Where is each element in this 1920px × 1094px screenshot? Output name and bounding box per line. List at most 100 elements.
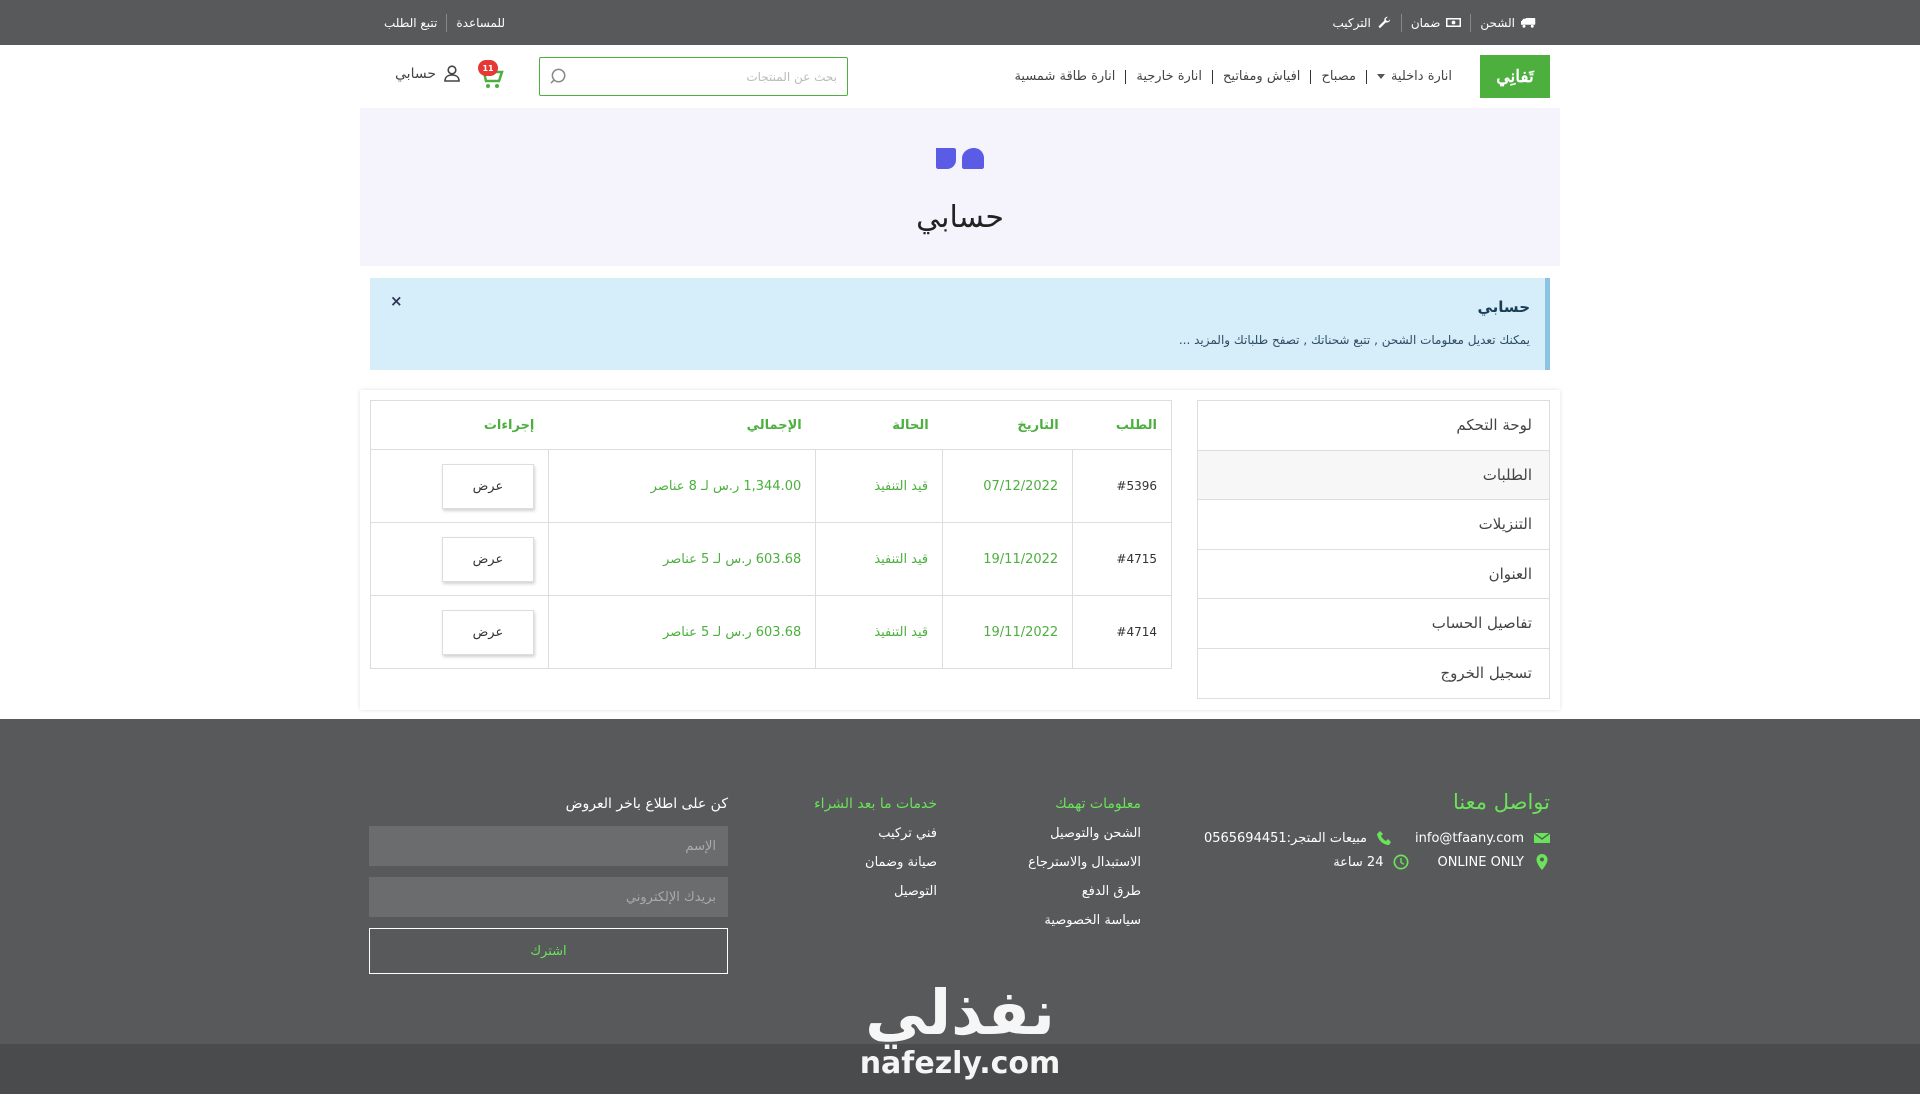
footer-services-title: خدمات ما بعد الشراء: [814, 796, 937, 812]
footer-link-returns[interactable]: الاستبدال والاسترجاع: [941, 855, 1141, 870]
sidebar-item-account-details[interactable]: تفاصيل الحساب: [1198, 599, 1549, 649]
clock-icon: [1393, 854, 1409, 870]
table-row: #4714 19/11/2022 قيد التنفيذ 603.68 ر.س …: [370, 595, 1172, 669]
newsletter-name-input[interactable]: [369, 826, 728, 866]
sidebar-item-orders[interactable]: الطلبات: [1198, 450, 1549, 500]
newsletter-email-input[interactable]: [369, 877, 728, 917]
order-total: 1,344.00 ر.س لـ 8 عناصر: [547, 449, 817, 523]
nav-item-sockets-switches[interactable]: افياش ومفاتيح: [1212, 68, 1310, 84]
quote-icon: [936, 148, 984, 169]
account-sidebar: لوحة التحكم الطلبات التنزيلات العنوان تف…: [1197, 400, 1550, 699]
caret-down-icon: [1376, 74, 1385, 79]
page-hero: حسابي: [360, 108, 1560, 266]
top-bar: الشحن ضمان التركيب للمساعدة تتبع الطلب: [0, 0, 1920, 45]
footer-link-delivery[interactable]: التوصيل: [737, 884, 937, 899]
nav-label: انارة خارجية: [1136, 68, 1202, 84]
contact-row-1: info@tfaany.com مبيعات المتجر:0565694451: [1190, 830, 1550, 846]
contact-phone[interactable]: مبيعات المتجر:0565694451: [1204, 830, 1393, 846]
nav-item-indoor-lighting[interactable]: انارة داخلية: [1365, 68, 1462, 84]
sidebar-item-label: تفاصيل الحساب: [1431, 614, 1532, 633]
sidebar-item-logout[interactable]: تسجيل الخروج: [1198, 649, 1549, 699]
money-icon: [1446, 18, 1462, 27]
view-order-button[interactable]: عرض: [441, 536, 534, 582]
order-total: 603.68 ر.س لـ 5 عناصر: [547, 595, 817, 669]
phone-icon: [1377, 831, 1392, 845]
cart-button[interactable]: 11: [476, 60, 510, 92]
order-number[interactable]: #4715: [1072, 522, 1172, 596]
truck-icon: [1521, 18, 1536, 28]
wrench-icon: [1378, 16, 1390, 28]
contact-hours: 24 ساعة: [1333, 854, 1409, 870]
envelope-icon: [1534, 832, 1550, 843]
topbar-warranty[interactable]: ضمان: [1400, 13, 1471, 32]
footer-link-shipping[interactable]: الشحن والتوصيل: [941, 826, 1141, 841]
alert-title: حسابي: [1477, 298, 1530, 316]
topbar-help-link[interactable]: للمساعدة: [446, 13, 514, 32]
site-header: تَفانِي انارة داخلية مصباح افياش ومفاتيح…: [0, 45, 1920, 108]
nav-item-lamp[interactable]: مصباح: [1310, 68, 1366, 84]
topbar-shipping[interactable]: الشحن: [1470, 13, 1545, 32]
main-nav: انارة داخلية مصباح افياش ومفاتيح انارة خ…: [1004, 45, 1462, 108]
footer-link-payment[interactable]: طرق الدفع: [941, 884, 1141, 899]
site-logo[interactable]: تَفانِي: [1480, 55, 1550, 98]
account-label: حسابي: [395, 65, 436, 82]
newsletter-title: كن على اطلاع باخر العروض: [565, 796, 728, 812]
footer-link-maintenance[interactable]: صيانة وضمان: [737, 855, 937, 870]
subscribe-button[interactable]: اشترك: [369, 928, 728, 974]
order-number[interactable]: #4714: [1072, 595, 1172, 669]
sidebar-item-label: تسجيل الخروج: [1440, 664, 1532, 683]
order-date: 07/12/2022: [942, 449, 1074, 523]
footer-contact-title: تواصل معنا: [1452, 790, 1550, 814]
sidebar-item-label: العنوان: [1488, 564, 1532, 583]
topbar-track-order-label: تتبع الطلب: [384, 15, 438, 30]
topbar-track-order-link[interactable]: تتبع الطلب: [375, 14, 446, 32]
order-number[interactable]: #5396: [1072, 449, 1172, 523]
watermark-logo: نفذلي nafezly.com: [845, 978, 1075, 1080]
view-order-button[interactable]: عرض: [441, 609, 534, 655]
sidebar-item-label: لوحة التحكم: [1456, 416, 1532, 435]
nav-item-outdoor-lighting[interactable]: انارة خارجية: [1125, 68, 1212, 84]
contact-location-text: ONLINE ONLY: [1437, 854, 1524, 870]
footer-link-privacy[interactable]: سياسة الخصوصية: [941, 913, 1141, 928]
orders-table: الطلب التاريخ الحالة الإجمالي إجراءات #5…: [370, 400, 1172, 669]
footer-info-title: معلومات تهمك: [1055, 796, 1141, 812]
contact-email[interactable]: info@tfaany.com: [1415, 830, 1550, 846]
nav-label: افياش ومفاتيح: [1223, 68, 1301, 84]
alert-text: يمكنك تعديل معلومات الشحن , تتبع شحناتك …: [1178, 333, 1530, 347]
nav-label: مصباح: [1321, 68, 1356, 84]
account-link[interactable]: حسابي: [395, 65, 460, 82]
order-actions: عرض: [370, 595, 549, 669]
search-icon[interactable]: [550, 67, 569, 86]
topbar-installation[interactable]: التركيب: [1323, 14, 1400, 32]
user-icon: [444, 65, 460, 82]
order-status: قيد التنفيذ: [815, 449, 944, 523]
table-row: #5396 07/12/2022 قيد التنفيذ 1,344.00 ر.…: [370, 449, 1172, 523]
column-header-order: الطلب: [1072, 400, 1172, 450]
nav-item-solar-lighting[interactable]: انارة طاقة شمسية: [1004, 69, 1125, 84]
sidebar-item-address[interactable]: العنوان: [1198, 550, 1549, 599]
sidebar-item-label: التنزيلات: [1478, 515, 1532, 534]
nav-label: انارة داخلية: [1390, 68, 1452, 84]
footer-contact: تواصل معنا info@tfaany.com مبيعات المتجر…: [1190, 790, 1550, 870]
search-input[interactable]: [569, 69, 837, 84]
contact-phone-text: مبيعات المتجر:0565694451: [1203, 830, 1368, 846]
column-header-total: الإجمالي: [548, 400, 816, 450]
sidebar-item-dashboard[interactable]: لوحة التحكم: [1198, 401, 1549, 451]
sidebar-item-downloads[interactable]: التنزيلات: [1198, 500, 1549, 550]
footer-link-installer[interactable]: فني تركيب: [737, 826, 937, 841]
topbar-links: للمساعدة تتبع الطلب: [375, 0, 514, 45]
order-date: 19/11/2022: [942, 595, 1074, 669]
view-order-button[interactable]: عرض: [441, 463, 534, 509]
page-title: حسابي: [916, 200, 1004, 235]
order-date: 19/11/2022: [942, 522, 1074, 596]
topbar-services: الشحن ضمان التركيب: [1323, 0, 1545, 45]
contact-email-text: info@tfaany.com: [1415, 830, 1524, 846]
column-header-status: الحالة: [815, 400, 943, 450]
logo-text: تَفانِي: [1496, 66, 1534, 87]
watermark-arabic: نفذلي: [865, 976, 1055, 1049]
close-icon[interactable]: ×: [390, 292, 403, 310]
topbar-help-label: للمساعدة: [456, 15, 506, 30]
orders-table-header: الطلب التاريخ الحالة الإجمالي إجراءات: [370, 400, 1172, 450]
order-status: قيد التنفيذ: [815, 595, 944, 669]
watermark-url: nafezly.com: [859, 1046, 1061, 1081]
